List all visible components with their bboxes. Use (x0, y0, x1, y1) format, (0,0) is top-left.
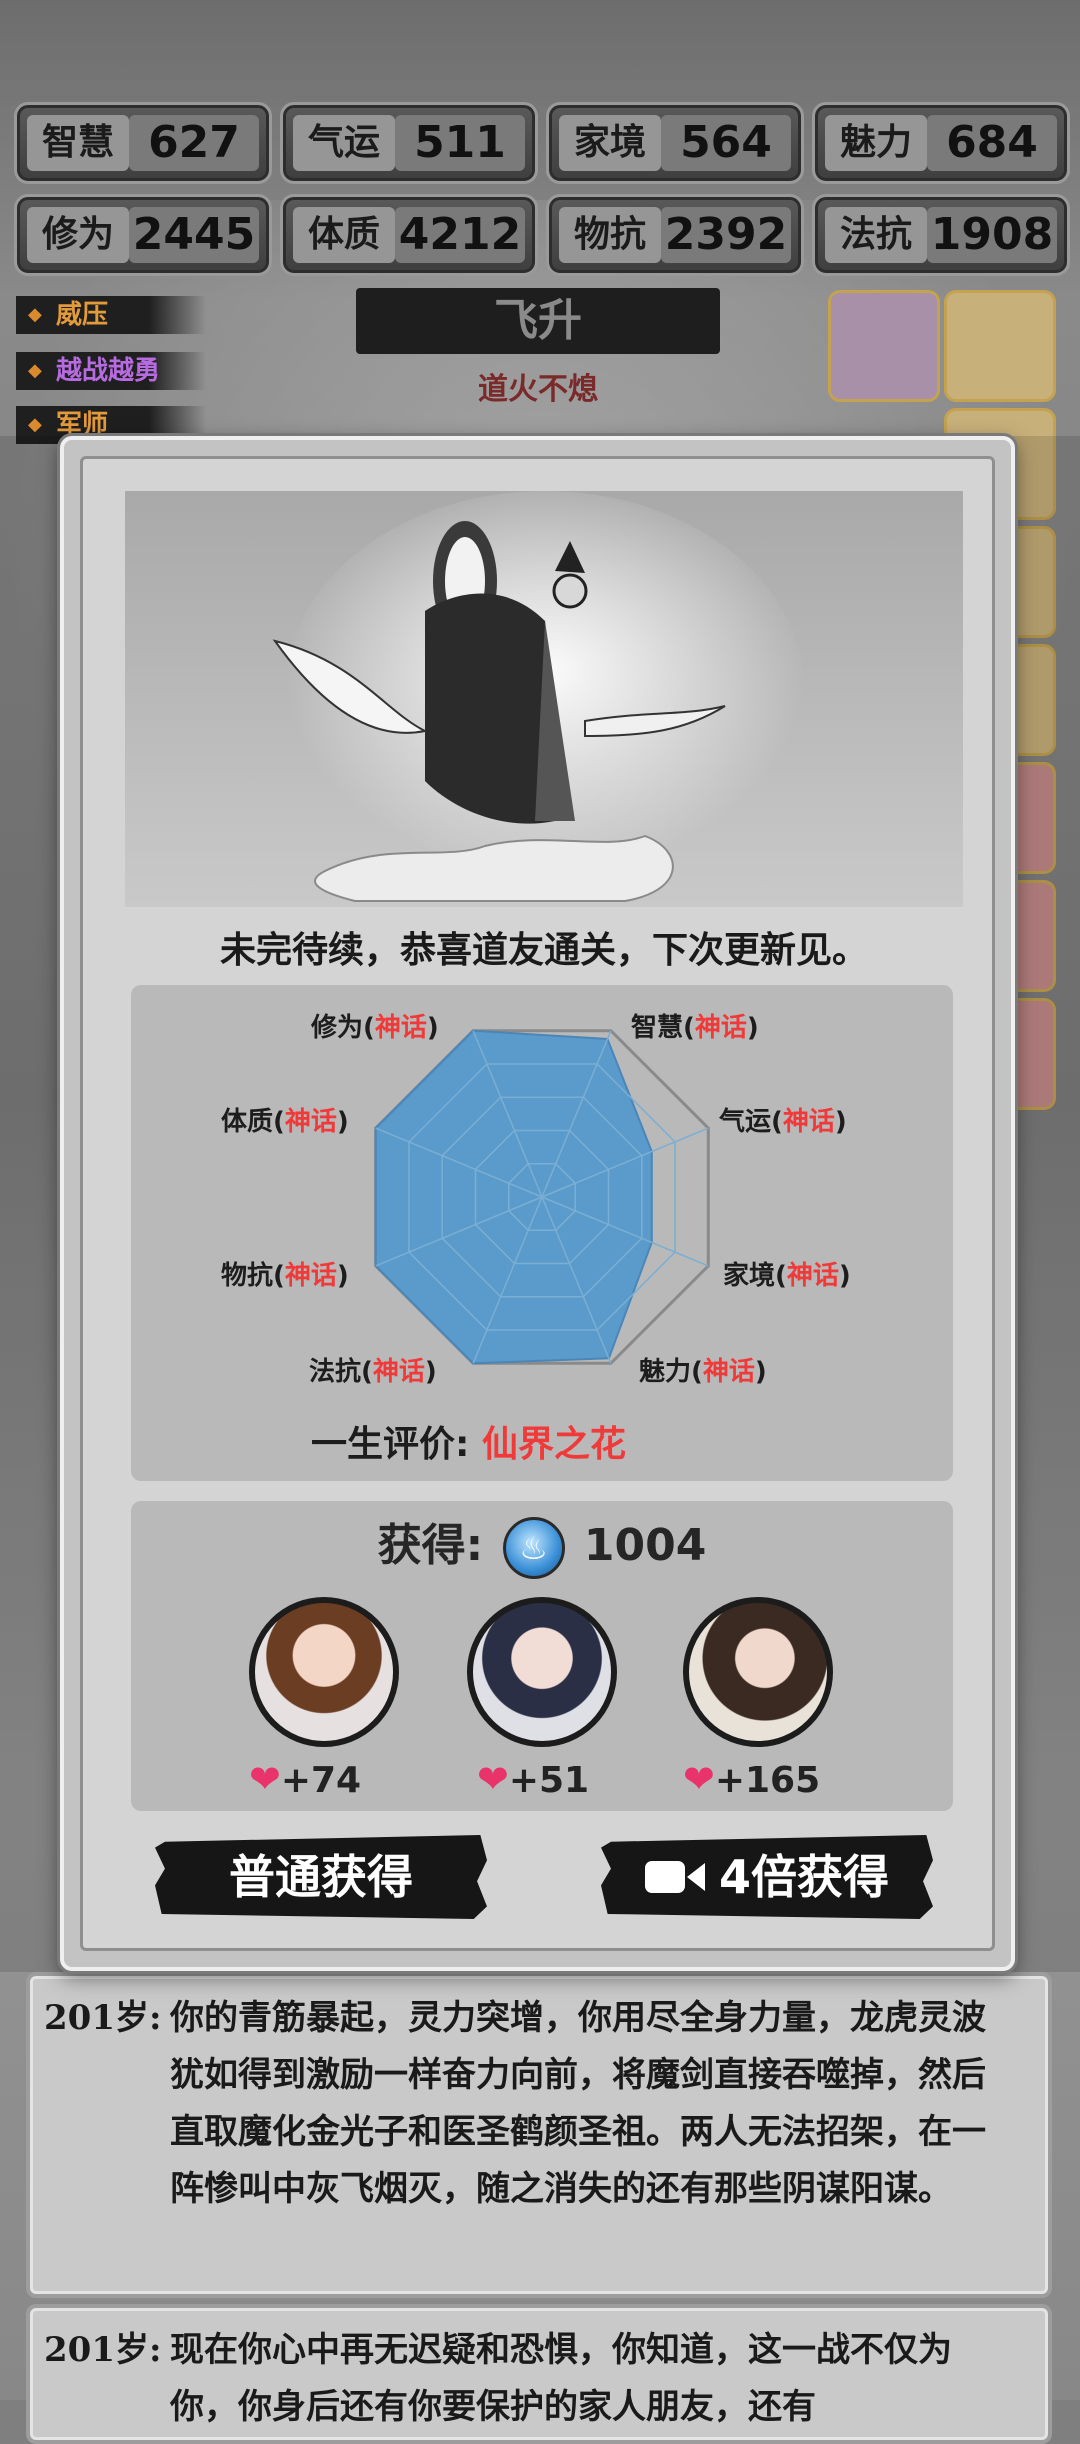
stat-label: 气运 (293, 115, 395, 171)
stat-card: 修为 2445 (14, 194, 272, 276)
video-claim-button[interactable]: 4倍获得 (601, 1835, 933, 1919)
stat-label: 修为 (27, 207, 129, 263)
radar-axis-label: 智慧(神话) (631, 1013, 759, 1043)
radar-axis-label: 家境(神话) (723, 1261, 851, 1291)
affection-gain: ❤+165 (683, 1757, 821, 1801)
video-camera-icon (644, 1839, 705, 1920)
reward-amount: 1004 (583, 1520, 707, 1571)
stat-value: 684 (927, 115, 1057, 171)
ending-dialog: 未完待续，恭喜道友通关，下次更新见。 修为(神话) 智慧(神话) 气运(神话) 家境(… (60, 436, 1015, 1971)
radar-area (374, 1029, 653, 1365)
evaluation-value: 仙界之花 (481, 1424, 626, 1465)
stat-card: 魅力 684 (812, 102, 1070, 184)
radar-axis-label: 气运(神话) (719, 1107, 847, 1137)
log-text: 现在你心中再无迟疑和恐惧，你知道，这一战不仅为你，你身后还有你要保护的家人朋友，… (170, 2330, 952, 2427)
evaluation-label: 一生评价: (311, 1424, 470, 1465)
stat-card: 气运 511 (280, 102, 538, 184)
radar-axis-label: 物抗(神话) (221, 1261, 349, 1291)
reward-header: 获得: ♨ 1004 (131, 1509, 953, 1579)
stat-card: 家境 564 (546, 102, 804, 184)
log-entry: 201岁: 你的青筋暴起，灵力突增，你用尽全身力量，龙虎灵波犹如得到激励一样奋力向… (26, 1972, 1052, 2298)
attribute-panel: 修为(神话) 智慧(神话) 气运(神话) 家境(神话) 魅力(神话) 法抗(神话) 物抗(神… (131, 985, 953, 1481)
heart-icon: ❤ (249, 1757, 281, 1801)
log-text: 你的青筋暴起，灵力突增，你用尽全身力量，龙虎灵波犹如得到激励一样奋力向前，将魔剑… (170, 1998, 986, 2209)
reward-label: 获得: (377, 1520, 484, 1571)
trait-tag: 越战越勇 (16, 352, 206, 390)
radar-axis-label: 体质(神话) (221, 1107, 349, 1137)
evaluation: 一生评价: 仙界之花 (311, 1415, 626, 1467)
log-age: 201岁: (44, 2330, 162, 2370)
dialog-frame: 未完待续，恭喜道友通关，下次更新见。 修为(神话) 智慧(神话) 气运(神话) 家境(… (80, 456, 995, 1951)
stat-label: 体质 (293, 207, 395, 263)
stat-label: 法抗 (825, 207, 927, 263)
stat-label: 魅力 (825, 115, 927, 171)
ending-message: 未完待续，恭喜道友通关，下次更新见。 (219, 930, 868, 971)
log-entry: 201岁: 现在你心中再无迟疑和恐惧，你知道，这一战不仅为你，你身后还有你要保护的… (26, 2304, 1052, 2444)
stat-value: 627 (129, 115, 259, 171)
stat-card: 智慧 627 (14, 102, 272, 184)
heart-icon: ❤ (683, 1757, 715, 1801)
normal-claim-button[interactable]: 普通获得 (155, 1835, 487, 1919)
realm-title: 飞升 (494, 295, 582, 346)
realm-subtitle: 道火不熄 (478, 372, 598, 407)
radar-axis-label: 魅力(神话) (639, 1357, 767, 1387)
radar-axis-label: 修为(神话) (311, 1013, 439, 1043)
radar-axis-label: 法抗(神话) (309, 1357, 437, 1387)
companion-avatar[interactable] (683, 1597, 833, 1747)
stat-card: 物抗 2392 (546, 194, 804, 276)
stat-card: 法抗 1908 (812, 194, 1070, 276)
ascension-illustration (125, 491, 963, 907)
spirit-flame-icon: ♨ (502, 1517, 565, 1579)
stat-card: 体质 4212 (280, 194, 538, 276)
stat-value: 2392 (661, 207, 791, 263)
heart-icon: ❤ (477, 1757, 509, 1801)
stat-label: 家境 (559, 115, 661, 171)
stat-value: 4212 (395, 207, 525, 263)
reward-panel: 获得: ♨ 1004 ❤+74 ❤+51 ❤+165 (131, 1501, 953, 1811)
stat-value: 511 (395, 115, 525, 171)
stat-value: 1908 (927, 207, 1057, 263)
equipment-item[interactable] (944, 290, 1056, 402)
stat-label: 物抗 (559, 207, 661, 263)
companion-avatar[interactable] (467, 1597, 617, 1747)
log-age: 201岁: (44, 1998, 162, 2038)
equipment-item[interactable] (828, 290, 940, 402)
attribute-radar-chart (374, 1029, 710, 1365)
companion-avatar[interactable] (249, 1597, 399, 1747)
trait-tag: 威压 (16, 296, 206, 334)
stat-value: 564 (661, 115, 791, 171)
affection-gain: ❤+74 (249, 1757, 362, 1801)
stat-value: 2445 (129, 207, 259, 263)
affection-gain: ❤+51 (477, 1757, 590, 1801)
stat-label: 智慧 (27, 115, 129, 171)
